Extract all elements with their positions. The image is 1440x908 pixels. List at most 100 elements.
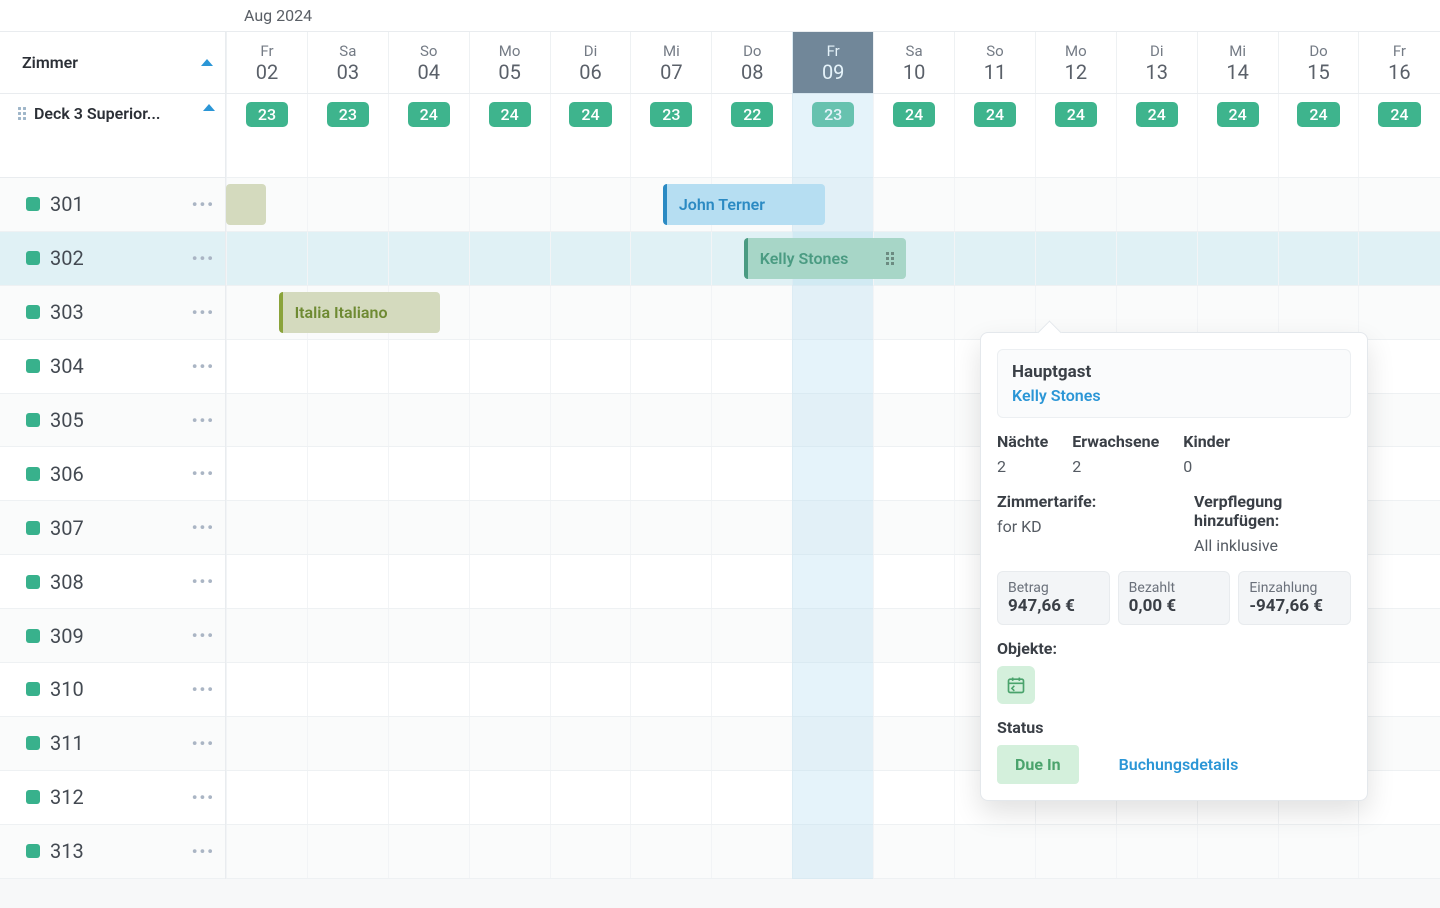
calendar-cell[interactable] (550, 663, 631, 716)
calendar-cell[interactable] (630, 340, 711, 393)
calendar-cell[interactable] (550, 825, 631, 878)
availability-pill[interactable]: 24 (1217, 102, 1259, 127)
calendar-cell[interactable] (469, 394, 550, 447)
calendar-cell[interactable] (469, 717, 550, 770)
calendar-cell[interactable] (1197, 286, 1278, 339)
object-calendar-chip[interactable] (997, 666, 1035, 704)
date-cell[interactable]: Do08 (711, 32, 792, 93)
date-cell[interactable]: Do15 (1278, 32, 1359, 93)
calendar-cell[interactable] (388, 394, 469, 447)
room-row[interactable]: 311••• (0, 717, 225, 771)
date-cell[interactable]: Sa10 (873, 32, 954, 93)
availability-pill[interactable]: 24 (569, 102, 611, 127)
reservation-bar[interactable]: John Terner (663, 184, 825, 225)
calendar-cell[interactable] (792, 340, 873, 393)
calendar-cell[interactable] (388, 609, 469, 662)
calendar-cell[interactable] (1197, 178, 1278, 231)
calendar-cell[interactable] (1358, 501, 1439, 554)
calendar-cell[interactable] (388, 771, 469, 824)
calendar-cell[interactable] (630, 663, 711, 716)
calendar-cell[interactable] (873, 394, 954, 447)
calendar-cell[interactable] (388, 717, 469, 770)
calendar-cell[interactable] (469, 609, 550, 662)
calendar-cell[interactable] (630, 717, 711, 770)
room-more-icon[interactable]: ••• (192, 303, 215, 322)
date-cell[interactable]: Mo05 (469, 32, 550, 93)
calendar-cell[interactable] (954, 286, 1035, 339)
room-row[interactable]: 302••• (0, 232, 225, 286)
calendar-cell[interactable] (630, 771, 711, 824)
calendar-cell[interactable] (550, 555, 631, 608)
room-more-icon[interactable]: ••• (192, 357, 215, 376)
availability-pill[interactable]: 23 (650, 102, 692, 127)
date-cell[interactable]: Fr09 (792, 32, 873, 93)
room-row[interactable]: 310••• (0, 663, 225, 717)
main-guest-link[interactable]: Kelly Stones (1012, 386, 1336, 405)
availability-pill[interactable]: 24 (1297, 102, 1339, 127)
calendar-cell[interactable] (469, 501, 550, 554)
room-row[interactable]: 313••• (0, 825, 225, 879)
calendar-cell[interactable] (873, 771, 954, 824)
calendar-cell[interactable] (307, 717, 388, 770)
calendar-cell[interactable] (1358, 232, 1439, 285)
calendar-cell[interactable] (307, 663, 388, 716)
calendar-cell[interactable] (711, 340, 792, 393)
room-more-icon[interactable]: ••• (192, 518, 215, 537)
calendar-cell[interactable] (711, 501, 792, 554)
calendar-cell[interactable] (792, 609, 873, 662)
status-pill[interactable]: Due In (997, 745, 1079, 784)
calendar-cell[interactable] (1197, 232, 1278, 285)
date-cell[interactable]: So11 (954, 32, 1035, 93)
calendar-cell[interactable] (1035, 178, 1116, 231)
room-more-icon[interactable]: ••• (192, 680, 215, 699)
calendar-cell[interactable] (792, 394, 873, 447)
calendar-cell[interactable] (630, 232, 711, 285)
room-more-icon[interactable]: ••• (192, 195, 215, 214)
calendar-cell[interactable] (388, 825, 469, 878)
room-row[interactable]: 307••• (0, 501, 225, 555)
calendar-cell[interactable] (873, 178, 954, 231)
calendar-cell[interactable] (388, 663, 469, 716)
calendar-cell[interactable] (469, 286, 550, 339)
calendar-cell[interactable] (388, 178, 469, 231)
calendar-cell[interactable] (711, 609, 792, 662)
calendar-cell[interactable] (1358, 340, 1439, 393)
availability-pill[interactable]: 24 (893, 102, 935, 127)
calendar-cell[interactable] (469, 555, 550, 608)
calendar-cell[interactable] (630, 501, 711, 554)
calendar-cell[interactable] (226, 717, 307, 770)
calendar-cell[interactable] (1358, 609, 1439, 662)
calendar-cell[interactable] (307, 447, 388, 500)
room-row[interactable]: 312••• (0, 771, 225, 825)
calendar-cell[interactable] (792, 771, 873, 824)
calendar-cell[interactable] (550, 394, 631, 447)
calendar-cell[interactable] (1278, 232, 1359, 285)
availability-pill[interactable]: 24 (1378, 102, 1420, 127)
drag-handle-icon[interactable] (18, 107, 28, 120)
calendar-cell[interactable] (550, 340, 631, 393)
calendar-cell[interactable] (792, 501, 873, 554)
calendar-cell[interactable] (1358, 394, 1439, 447)
room-row[interactable]: 301••• (0, 178, 225, 232)
availability-pill[interactable]: 22 (731, 102, 773, 127)
calendar-cell[interactable] (1358, 286, 1439, 339)
calendar-cell[interactable] (226, 771, 307, 824)
room-row[interactable]: 308••• (0, 555, 225, 609)
calendar-cell[interactable] (873, 825, 954, 878)
date-cell[interactable]: So04 (388, 32, 469, 93)
calendar-cell[interactable] (711, 447, 792, 500)
calendar-cell[interactable] (873, 447, 954, 500)
calendar-cell[interactable] (550, 771, 631, 824)
calendar-cell[interactable] (550, 286, 631, 339)
calendar-cell[interactable] (469, 340, 550, 393)
calendar-cell[interactable] (1278, 825, 1359, 878)
availability-pill[interactable]: 23 (327, 102, 369, 127)
room-more-icon[interactable]: ••• (192, 788, 215, 807)
calendar-cell[interactable] (792, 717, 873, 770)
calendar-cell[interactable] (307, 555, 388, 608)
calendar-cell[interactable] (307, 178, 388, 231)
calendar-cell[interactable] (226, 825, 307, 878)
calendar-cell[interactable] (469, 825, 550, 878)
reservation-bar[interactable]: Kelly Stones (744, 238, 906, 279)
calendar-cell[interactable] (630, 447, 711, 500)
